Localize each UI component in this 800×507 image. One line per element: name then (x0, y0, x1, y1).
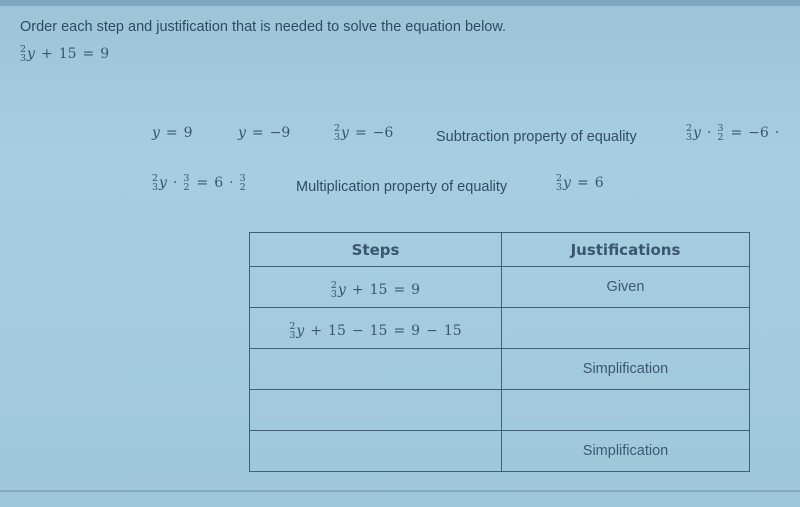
answer-tile-multiplication-property[interactable]: Multiplication property of equality (296, 179, 507, 195)
step-cell[interactable]: 2 3 y +15−15 = 9−15 (249, 307, 502, 349)
justification-cell[interactable] (501, 307, 750, 349)
table-row: Simplification (249, 430, 750, 472)
answer-tile-y-equals-neg9[interactable]: y = −9 (238, 125, 290, 141)
justification-cell[interactable]: Given (501, 266, 750, 308)
table-row: 2 3 y +15 = 9 Given (249, 266, 750, 308)
fraction: 23 (20, 44, 27, 64)
justification-cell[interactable]: Simplification (501, 430, 750, 472)
given-equation: 23y + 15 = 9 (20, 44, 110, 64)
table-header-row: Steps Justifications (249, 232, 750, 267)
step-cell[interactable]: 2 3 y +15 = 9 (249, 266, 502, 308)
justification-cell[interactable] (501, 389, 750, 431)
screen-bottom-edge (0, 490, 800, 492)
step-cell[interactable] (249, 389, 502, 431)
answer-tile-two-thirds-y-equals-neg6[interactable]: 2 3 y = −6 (334, 124, 393, 143)
justification-cell[interactable]: Simplification (501, 348, 750, 390)
table-row (249, 389, 750, 431)
answer-tile-subtraction-property[interactable]: Subtraction property of equality (436, 129, 637, 145)
step-cell[interactable] (249, 430, 502, 472)
answer-tile-multiply-neg6-by-three-halves[interactable]: 2 3 y · 3 2 = −6 · (686, 124, 785, 143)
header-steps: Steps (249, 232, 502, 267)
step-cell[interactable] (249, 348, 502, 390)
answer-tile-two-thirds-y-equals-6[interactable]: 2 3 y = 6 (556, 174, 604, 193)
steps-table: Steps Justifications 2 3 y +15 = 9 Given 2 3 y +… (249, 232, 750, 472)
screen-top-edge (0, 0, 800, 6)
question-prompt: Order each step and justification that i… (20, 19, 507, 35)
answer-tile-multiply-6-by-three-halves[interactable]: 2 3 y · 3 2 = 6 · 3 2 (152, 174, 247, 193)
answer-tile-y-equals-9[interactable]: y = 9 (152, 125, 193, 141)
table-row: Simplification (249, 348, 750, 390)
header-justifications: Justifications (501, 232, 750, 267)
table-row: 2 3 y +15−15 = 9−15 (249, 307, 750, 349)
